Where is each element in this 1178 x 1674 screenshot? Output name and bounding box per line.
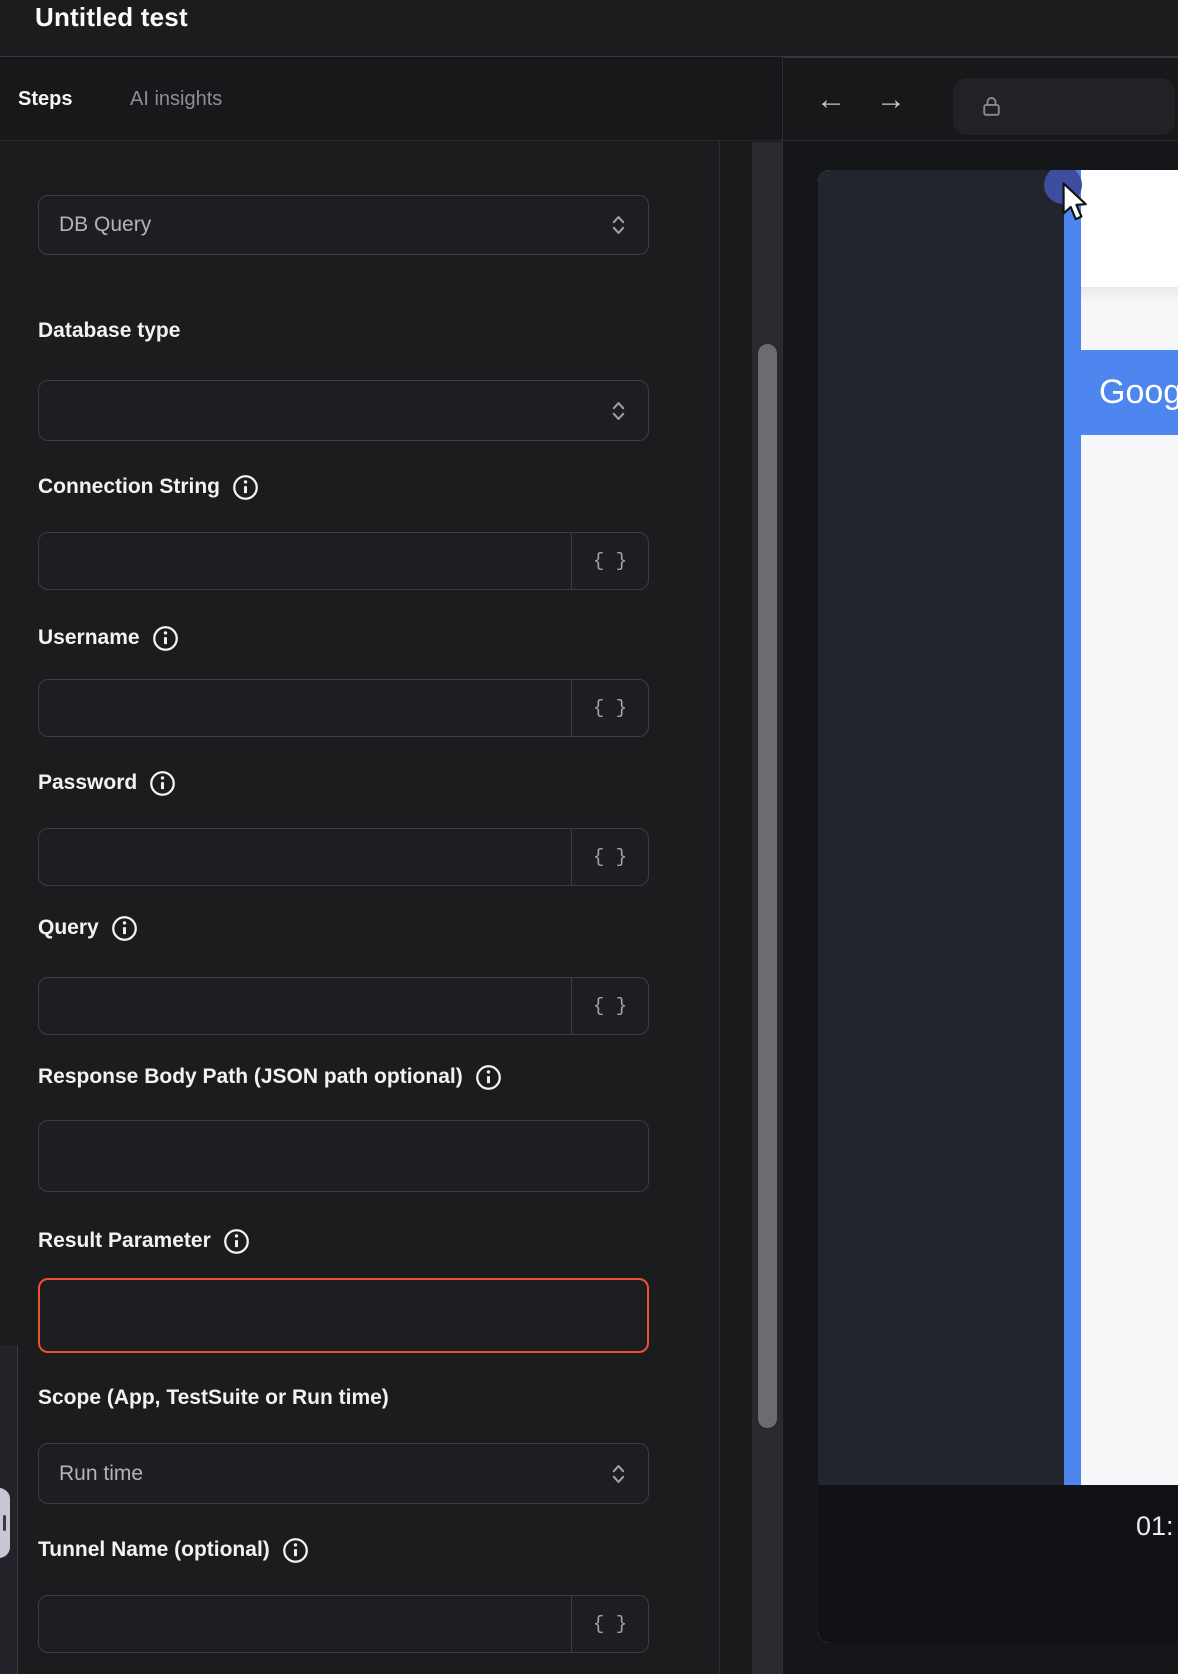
preview-viewport[interactable]: Goog 01: bbox=[818, 170, 1178, 1643]
info-icon[interactable] bbox=[282, 1537, 309, 1564]
insert-variable-button[interactable]: { } bbox=[571, 1596, 648, 1652]
insert-variable-button[interactable]: { } bbox=[571, 680, 648, 736]
username-field: { } bbox=[38, 679, 649, 737]
chevron-updown-icon bbox=[611, 214, 626, 237]
app-header: Untitled test bbox=[0, 0, 1178, 57]
result-parameter-input[interactable] bbox=[40, 1280, 647, 1351]
result-parameter-field bbox=[38, 1278, 649, 1353]
connection-string-input[interactable] bbox=[39, 533, 571, 589]
back-icon[interactable]: ← bbox=[816, 58, 846, 142]
browser-toolbar: ← → bbox=[783, 57, 1178, 141]
preview-page-content: Goog bbox=[1081, 170, 1178, 1485]
preview-timeline-bar: 01: bbox=[818, 1485, 1178, 1643]
lock-icon bbox=[979, 94, 1004, 119]
query-input[interactable] bbox=[39, 978, 571, 1034]
page-title: Untitled test bbox=[35, 2, 188, 33]
scrollbar-track[interactable] bbox=[752, 142, 782, 1674]
preview-lower-section bbox=[1081, 435, 1178, 1485]
chevron-updown-icon bbox=[611, 1462, 626, 1485]
info-icon[interactable] bbox=[232, 474, 259, 501]
query-label: Query bbox=[38, 911, 138, 945]
step-type-value: DB Query bbox=[39, 213, 151, 237]
username-label: Username bbox=[38, 621, 179, 655]
connection-string-field: { } bbox=[38, 532, 649, 590]
info-icon[interactable] bbox=[149, 770, 176, 797]
database-type-label: Database type bbox=[38, 314, 180, 348]
cursor-icon bbox=[1061, 182, 1089, 222]
preview-google-button[interactable]: Goog bbox=[1081, 350, 1178, 435]
username-input[interactable] bbox=[39, 680, 571, 736]
insert-variable-button[interactable]: { } bbox=[571, 829, 648, 885]
forward-icon[interactable]: → bbox=[876, 58, 906, 142]
response-body-path-label: Response Body Path (JSON path optional) bbox=[38, 1060, 502, 1094]
preview-google-button-label: Goog bbox=[1099, 373, 1178, 412]
preview-gray-section bbox=[1081, 287, 1178, 350]
query-field: { } bbox=[38, 977, 649, 1035]
address-bar[interactable] bbox=[953, 78, 1175, 135]
connection-string-label: Connection String bbox=[38, 470, 259, 504]
database-type-select[interactable] bbox=[38, 380, 649, 441]
timer-text: 01: bbox=[1136, 1511, 1174, 1542]
info-icon[interactable] bbox=[475, 1064, 502, 1091]
tab-ai-insights[interactable]: AI insights bbox=[130, 58, 222, 141]
insert-variable-button[interactable]: { } bbox=[571, 978, 648, 1034]
response-body-path-field bbox=[38, 1120, 649, 1192]
chevron-updown-icon bbox=[611, 399, 626, 422]
preview-page-dark-region bbox=[818, 170, 1064, 1485]
tunnel-name-field: { } bbox=[38, 1595, 649, 1653]
app-window: Untitled test Steps AI insights DB Query… bbox=[0, 0, 1178, 1674]
password-field: { } bbox=[38, 828, 649, 886]
scope-value: Run time bbox=[39, 1462, 143, 1486]
tab-bar: Steps AI insights bbox=[0, 58, 782, 141]
step-settings-panel: DB Query Database type Connection String… bbox=[0, 141, 720, 1674]
info-icon[interactable] bbox=[223, 1228, 250, 1255]
tab-steps[interactable]: Steps bbox=[18, 58, 72, 141]
preview-white-section bbox=[1081, 170, 1178, 287]
drawer-handle[interactable] bbox=[0, 1488, 10, 1558]
info-icon[interactable] bbox=[152, 625, 179, 652]
password-input[interactable] bbox=[39, 829, 571, 885]
scrollbar-thumb[interactable] bbox=[758, 344, 777, 1428]
preview-accent-stripe bbox=[1064, 170, 1081, 1485]
browser-preview-panel: ← → Goog 01: bbox=[782, 57, 1178, 1674]
panel-gutter bbox=[720, 141, 782, 1674]
response-body-path-input[interactable] bbox=[39, 1121, 648, 1191]
insert-variable-button[interactable]: { } bbox=[571, 533, 648, 589]
result-parameter-label: Result Parameter bbox=[38, 1224, 250, 1258]
scope-select[interactable]: Run time bbox=[38, 1443, 649, 1504]
tunnel-name-label: Tunnel Name (optional) bbox=[38, 1533, 309, 1567]
info-icon[interactable] bbox=[111, 915, 138, 942]
tunnel-name-input[interactable] bbox=[39, 1596, 571, 1652]
password-label: Password bbox=[38, 766, 176, 800]
step-type-select[interactable]: DB Query bbox=[38, 195, 649, 255]
scope-label: Scope (App, TestSuite or Run time) bbox=[38, 1381, 389, 1415]
